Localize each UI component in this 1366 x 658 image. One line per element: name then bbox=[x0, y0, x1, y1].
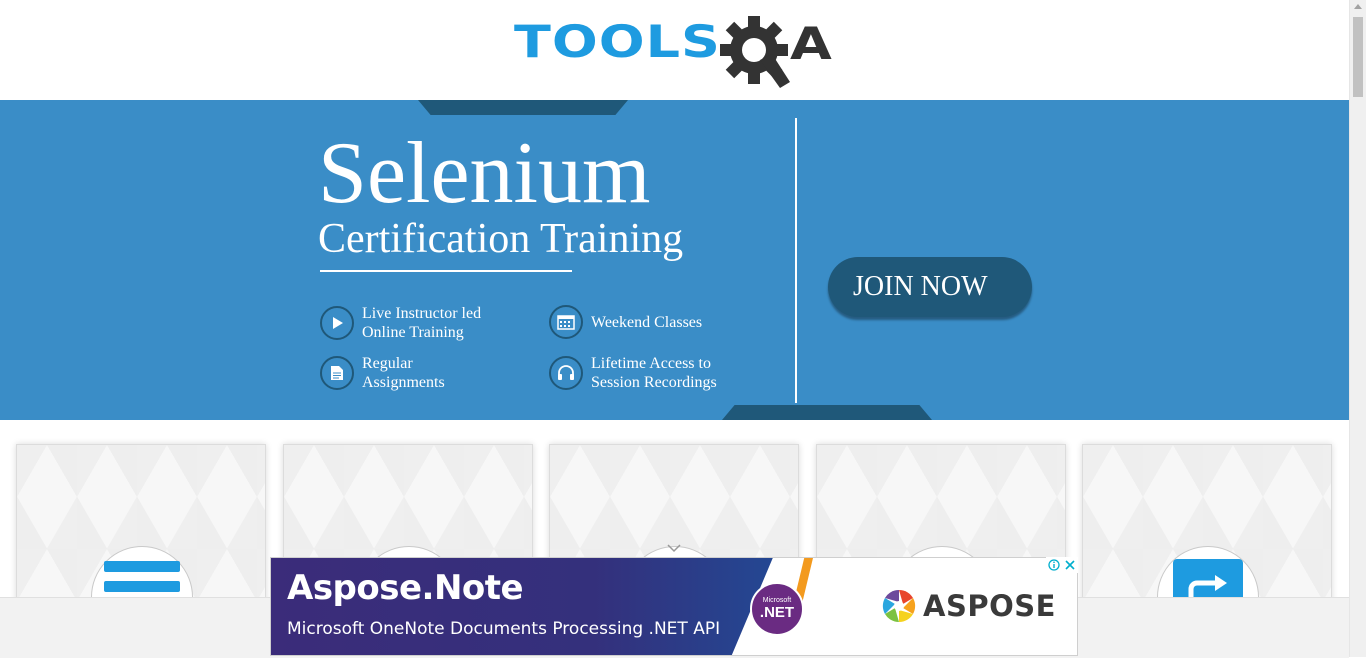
banner-ribbon-bottom bbox=[722, 405, 932, 420]
toolsqa-logo[interactable]: TOOLS A bbox=[514, 14, 838, 90]
close-icon[interactable] bbox=[1062, 557, 1078, 573]
feature-text: Regular Assignments bbox=[362, 354, 522, 392]
play-icon bbox=[320, 306, 354, 340]
aspose-ad-banner[interactable]: Aspose.Note Microsoft OneNote Documents … bbox=[270, 557, 1078, 656]
site-header: TOOLS A bbox=[0, 0, 1349, 100]
feature-line: Weekend Classes bbox=[591, 313, 703, 331]
feature-assignments: Regular Assignments bbox=[320, 354, 522, 392]
feature-lifetime-access: Lifetime Access to Session Recordings bbox=[549, 354, 751, 392]
calendar-icon bbox=[549, 305, 583, 339]
ad-subtitle: Microsoft OneNote Documents Processing .… bbox=[287, 619, 721, 639]
elements-icon bbox=[104, 561, 180, 601]
ad-title: Aspose.Note bbox=[287, 568, 524, 608]
banner-underline bbox=[320, 270, 572, 272]
banner-title: Selenium bbox=[318, 125, 651, 222]
banner-divider bbox=[795, 118, 797, 403]
feature-line: Assignments bbox=[362, 374, 445, 391]
feature-text: Lifetime Access to Session Recordings bbox=[591, 354, 751, 392]
feature-line: Live Instructor led bbox=[362, 305, 482, 322]
feature-line: Session Recordings bbox=[591, 374, 717, 391]
page-scrollbar[interactable] bbox=[1349, 0, 1366, 657]
feature-line: Regular bbox=[362, 355, 413, 372]
feature-weekend-classes: Weekend Classes bbox=[549, 305, 751, 339]
logo-text-a: A bbox=[790, 17, 832, 70]
feature-live-training: Live Instructor led Online Training bbox=[320, 304, 522, 342]
scrollbar-thumb[interactable] bbox=[1353, 17, 1363, 97]
banner-ribbon-top bbox=[418, 100, 628, 115]
dotnet-badge: Microsoft .NET bbox=[750, 582, 804, 636]
feature-line: Lifetime Access to bbox=[591, 355, 711, 372]
join-now-button[interactable]: JOIN NOW bbox=[828, 257, 1032, 317]
ad-brand: ASPOSE bbox=[923, 589, 1056, 623]
banner-subtitle: Certification Training bbox=[318, 216, 684, 262]
headphones-icon bbox=[549, 356, 583, 390]
info-icon[interactable] bbox=[1046, 557, 1062, 573]
selenium-training-banner[interactable]: Selenium Certification Training Live Ins… bbox=[0, 100, 1349, 420]
ad-controls bbox=[1046, 557, 1078, 573]
feature-text: Live Instructor led Online Training bbox=[362, 304, 522, 342]
feature-line: Online Training bbox=[362, 324, 464, 341]
dotnet-badge-big: .NET bbox=[759, 604, 795, 621]
scroll-up-arrow-icon[interactable] bbox=[1354, 4, 1362, 9]
logo-text-tools: TOOLS bbox=[514, 15, 721, 68]
gear-q-icon bbox=[720, 16, 790, 88]
chevron-down-icon bbox=[667, 544, 681, 553]
aspose-logo-icon bbox=[882, 589, 916, 623]
feature-text: Weekend Classes bbox=[591, 313, 751, 332]
document-icon bbox=[320, 356, 354, 390]
